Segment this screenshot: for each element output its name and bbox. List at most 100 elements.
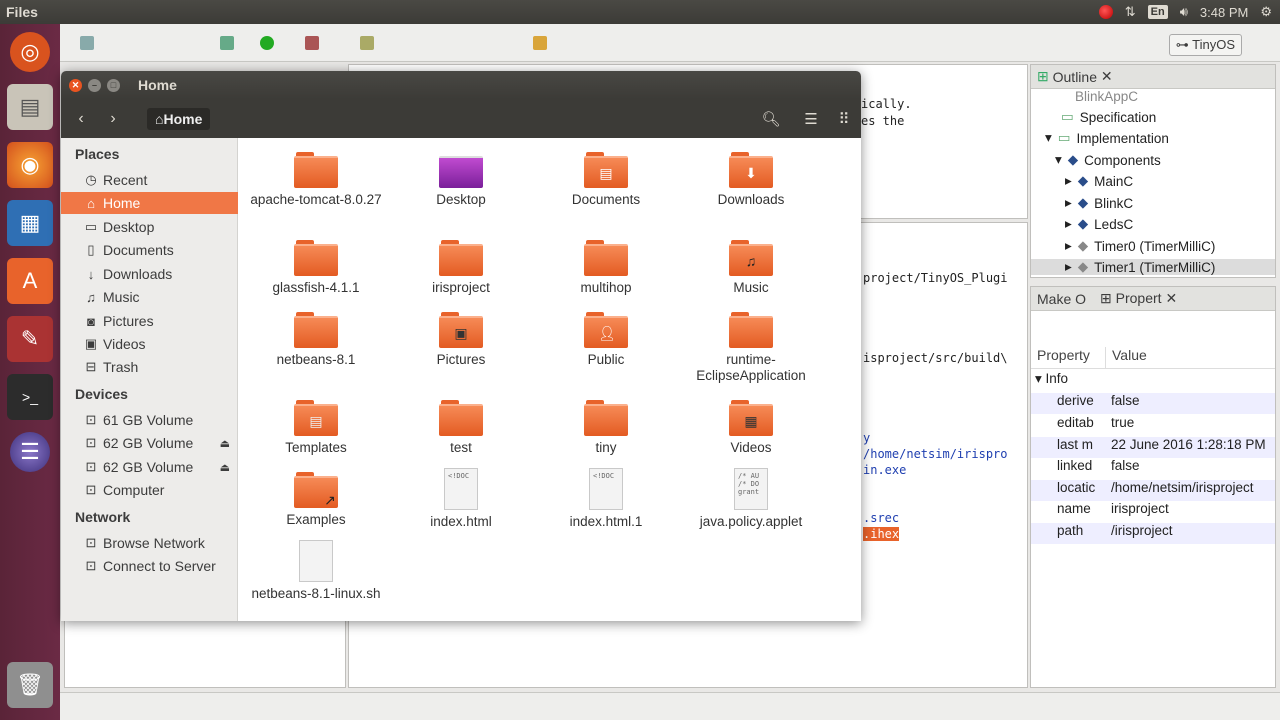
new-icon[interactable]	[80, 36, 94, 50]
tab-make[interactable]: Make O	[1037, 291, 1086, 307]
file-item-netbeans[interactable]: netbeans-8.1	[246, 312, 386, 368]
back-button[interactable]: ‹	[67, 105, 95, 133]
file-item-pictures[interactable]: ▣ Pictures	[391, 312, 531, 368]
settings-gear-icon[interactable]: ⚙	[1260, 4, 1272, 20]
file-item-runtime-eclipse[interactable]: runtime-EclipseApplication	[681, 312, 821, 384]
sidebar-item-music[interactable]: ♫ Music	[61, 286, 238, 308]
eclipse-icon[interactable]: ☰	[10, 432, 50, 472]
grid-view-icon[interactable]: ⠿	[830, 105, 858, 133]
file-item-desktop[interactable]: Desktop	[391, 152, 531, 208]
tree-item[interactable]: ▸ ◆ BlinkC	[1065, 195, 1133, 211]
expand-icon[interactable]: ▸	[1065, 216, 1072, 232]
file-item-glassfish[interactable]: glassfish-4.1.1	[246, 240, 386, 296]
property-row[interactable]: path/irisproject	[1031, 523, 1275, 544]
window-title: Home	[138, 77, 177, 93]
external-tools-icon[interactable]	[305, 36, 319, 50]
firefox-icon[interactable]: ◉	[7, 142, 53, 188]
forward-button[interactable]: ›	[99, 105, 127, 133]
eject-icon[interactable]: ⏏	[220, 437, 230, 450]
sidebar-item-volume-61[interactable]: ⊡ 61 GB Volume	[61, 409, 238, 431]
sidebar-item-volume-62b[interactable]: ⊡ 62 GB Volume ⏏	[61, 456, 238, 478]
ubuntu-dash-icon[interactable]: ◎	[10, 32, 50, 72]
column-property[interactable]: Property	[1031, 347, 1105, 368]
writer-icon[interactable]: ▦	[7, 200, 53, 246]
tree-item-selected[interactable]: ▸ ◆ Timer1 (TimerMilliC)	[1031, 259, 1275, 275]
debug-icon[interactable]	[220, 36, 234, 50]
file-item-index-html[interactable]: <!DOC index.html	[391, 468, 531, 530]
tree-item[interactable]: ▸ ◆ MainC	[1065, 173, 1133, 189]
expand-icon[interactable]: ▸	[1065, 238, 1072, 254]
files-titlebar[interactable]: ✕ – □ Home	[61, 71, 861, 99]
file-item-templates[interactable]: ▤ Templates	[246, 400, 386, 456]
file-item-netbeans-sh[interactable]: netbeans-8.1-linux.sh	[246, 540, 386, 602]
file-item-apache-tomcat[interactable]: apache-tomcat-8.0.27	[246, 152, 386, 208]
tree-item[interactable]: ▸ ◆ LedsC	[1065, 216, 1133, 232]
tree-item[interactable]: ▾ ▭ Implementation	[1045, 130, 1169, 146]
location-home-button[interactable]: ⌂Home	[147, 107, 211, 130]
outline-tab[interactable]: ⊞ Outline ✕	[1031, 65, 1275, 89]
file-item-videos[interactable]: ▦ Videos	[681, 400, 821, 456]
tree-item[interactable]: BlinkAppC	[1075, 89, 1138, 104]
clock[interactable]: 3:48 PM	[1200, 5, 1248, 20]
property-row[interactable]: derive false	[1031, 393, 1275, 414]
file-item-downloads[interactable]: ⬇ Downloads	[681, 152, 821, 208]
file-item-test[interactable]: test	[391, 400, 531, 456]
network-updown-icon[interactable]: ⇅	[1125, 4, 1136, 20]
software-center-icon[interactable]: A	[7, 258, 53, 304]
run-icon[interactable]	[260, 36, 274, 50]
sidebar-item-home[interactable]: ⌂ Home	[61, 192, 238, 214]
sidebar-item-volume-62a[interactable]: ⊡ 62 GB Volume ⏏	[61, 432, 238, 454]
terminal-icon[interactable]: >_	[7, 374, 53, 420]
sidebar-item-documents[interactable]: ▯ Documents	[61, 239, 238, 261]
expand-icon[interactable]: ▾	[1055, 152, 1062, 168]
sidebar-item-desktop[interactable]: ▭ Desktop	[61, 216, 238, 238]
file-item-examples[interactable]: ↗ Examples	[246, 472, 386, 528]
expand-icon[interactable]: ▸	[1065, 195, 1072, 211]
tab-properties[interactable]: ⊞ Propert ✕	[1100, 290, 1177, 307]
property-row[interactable]: name irisproject	[1031, 501, 1275, 522]
file-item-java-policy[interactable]: /* AU /* DO grant java.policy.applet	[681, 468, 821, 530]
tree-item[interactable]: ▸ ◆ Timer0 (TimerMilliC)	[1065, 238, 1215, 254]
trash-icon[interactable]: 🗑︎	[7, 662, 53, 708]
maximize-button[interactable]: □	[107, 78, 120, 92]
search-icon[interactable]: 🔍︎	[757, 105, 785, 133]
property-row[interactable]: linked false	[1031, 458, 1275, 479]
back-icon[interactable]	[533, 36, 547, 50]
expand-icon[interactable]: ▸	[1065, 259, 1072, 275]
file-item-multihop[interactable]: multihop	[536, 240, 676, 296]
search-tool-icon[interactable]	[360, 36, 374, 50]
properties-group[interactable]: ▾ Info	[1031, 371, 1275, 392]
perspective-tinyos-button[interactable]: ⊶ TinyOS	[1168, 34, 1242, 56]
sidebar-item-pictures[interactable]: ◙ Pictures	[61, 310, 238, 332]
file-item-documents[interactable]: ▤ Documents	[536, 152, 676, 208]
close-button[interactable]: ✕	[69, 78, 82, 92]
file-item-irisproject[interactable]: irisproject	[391, 240, 531, 296]
column-value[interactable]: Value	[1105, 347, 1147, 368]
file-item-index-html-1[interactable]: <!DOC index.html.1	[536, 468, 676, 530]
tree-item[interactable]: ▾ ◆ Components	[1055, 152, 1161, 168]
record-indicator-icon[interactable]	[1098, 5, 1113, 19]
file-item-music[interactable]: ♫ Music	[681, 240, 821, 296]
tree-item[interactable]: ▭ Specification	[1061, 109, 1156, 125]
sidebar-item-downloads[interactable]: ↓ Downloads	[61, 263, 238, 285]
files-icon[interactable]: ▤	[7, 84, 53, 130]
keyboard-layout-indicator[interactable]: En	[1147, 5, 1168, 19]
expand-icon[interactable]: ▾	[1045, 130, 1052, 146]
system-settings-icon[interactable]: ✎	[7, 316, 53, 362]
expand-icon[interactable]: ▸	[1065, 173, 1072, 189]
property-row[interactable]: locatic/home/netsim/irisproject	[1031, 480, 1275, 501]
file-item-tiny[interactable]: tiny	[536, 400, 676, 456]
sidebar-item-recent[interactable]: ◷ Recent	[61, 169, 238, 191]
eject-icon[interactable]: ⏏	[220, 461, 230, 474]
sidebar-item-videos[interactable]: ▣ Videos	[61, 333, 238, 355]
volume-icon[interactable]: 🔊︎	[1180, 4, 1188, 20]
list-view-icon[interactable]: ☰	[797, 105, 825, 133]
sidebar-item-trash[interactable]: ⊟ Trash	[61, 356, 238, 378]
property-row[interactable]: editab true	[1031, 415, 1275, 436]
file-item-public[interactable]: 👤︎ Public	[536, 312, 676, 368]
sidebar-item-browse-network[interactable]: ⊡ Browse Network	[61, 532, 238, 554]
sidebar-item-connect-server[interactable]: ⊡ Connect to Server	[61, 555, 238, 577]
sidebar-item-computer[interactable]: ⊡ Computer	[61, 479, 238, 501]
minimize-button[interactable]: –	[88, 78, 101, 92]
property-row[interactable]: last m 22 June 2016 1:28:18 PM	[1031, 437, 1275, 458]
